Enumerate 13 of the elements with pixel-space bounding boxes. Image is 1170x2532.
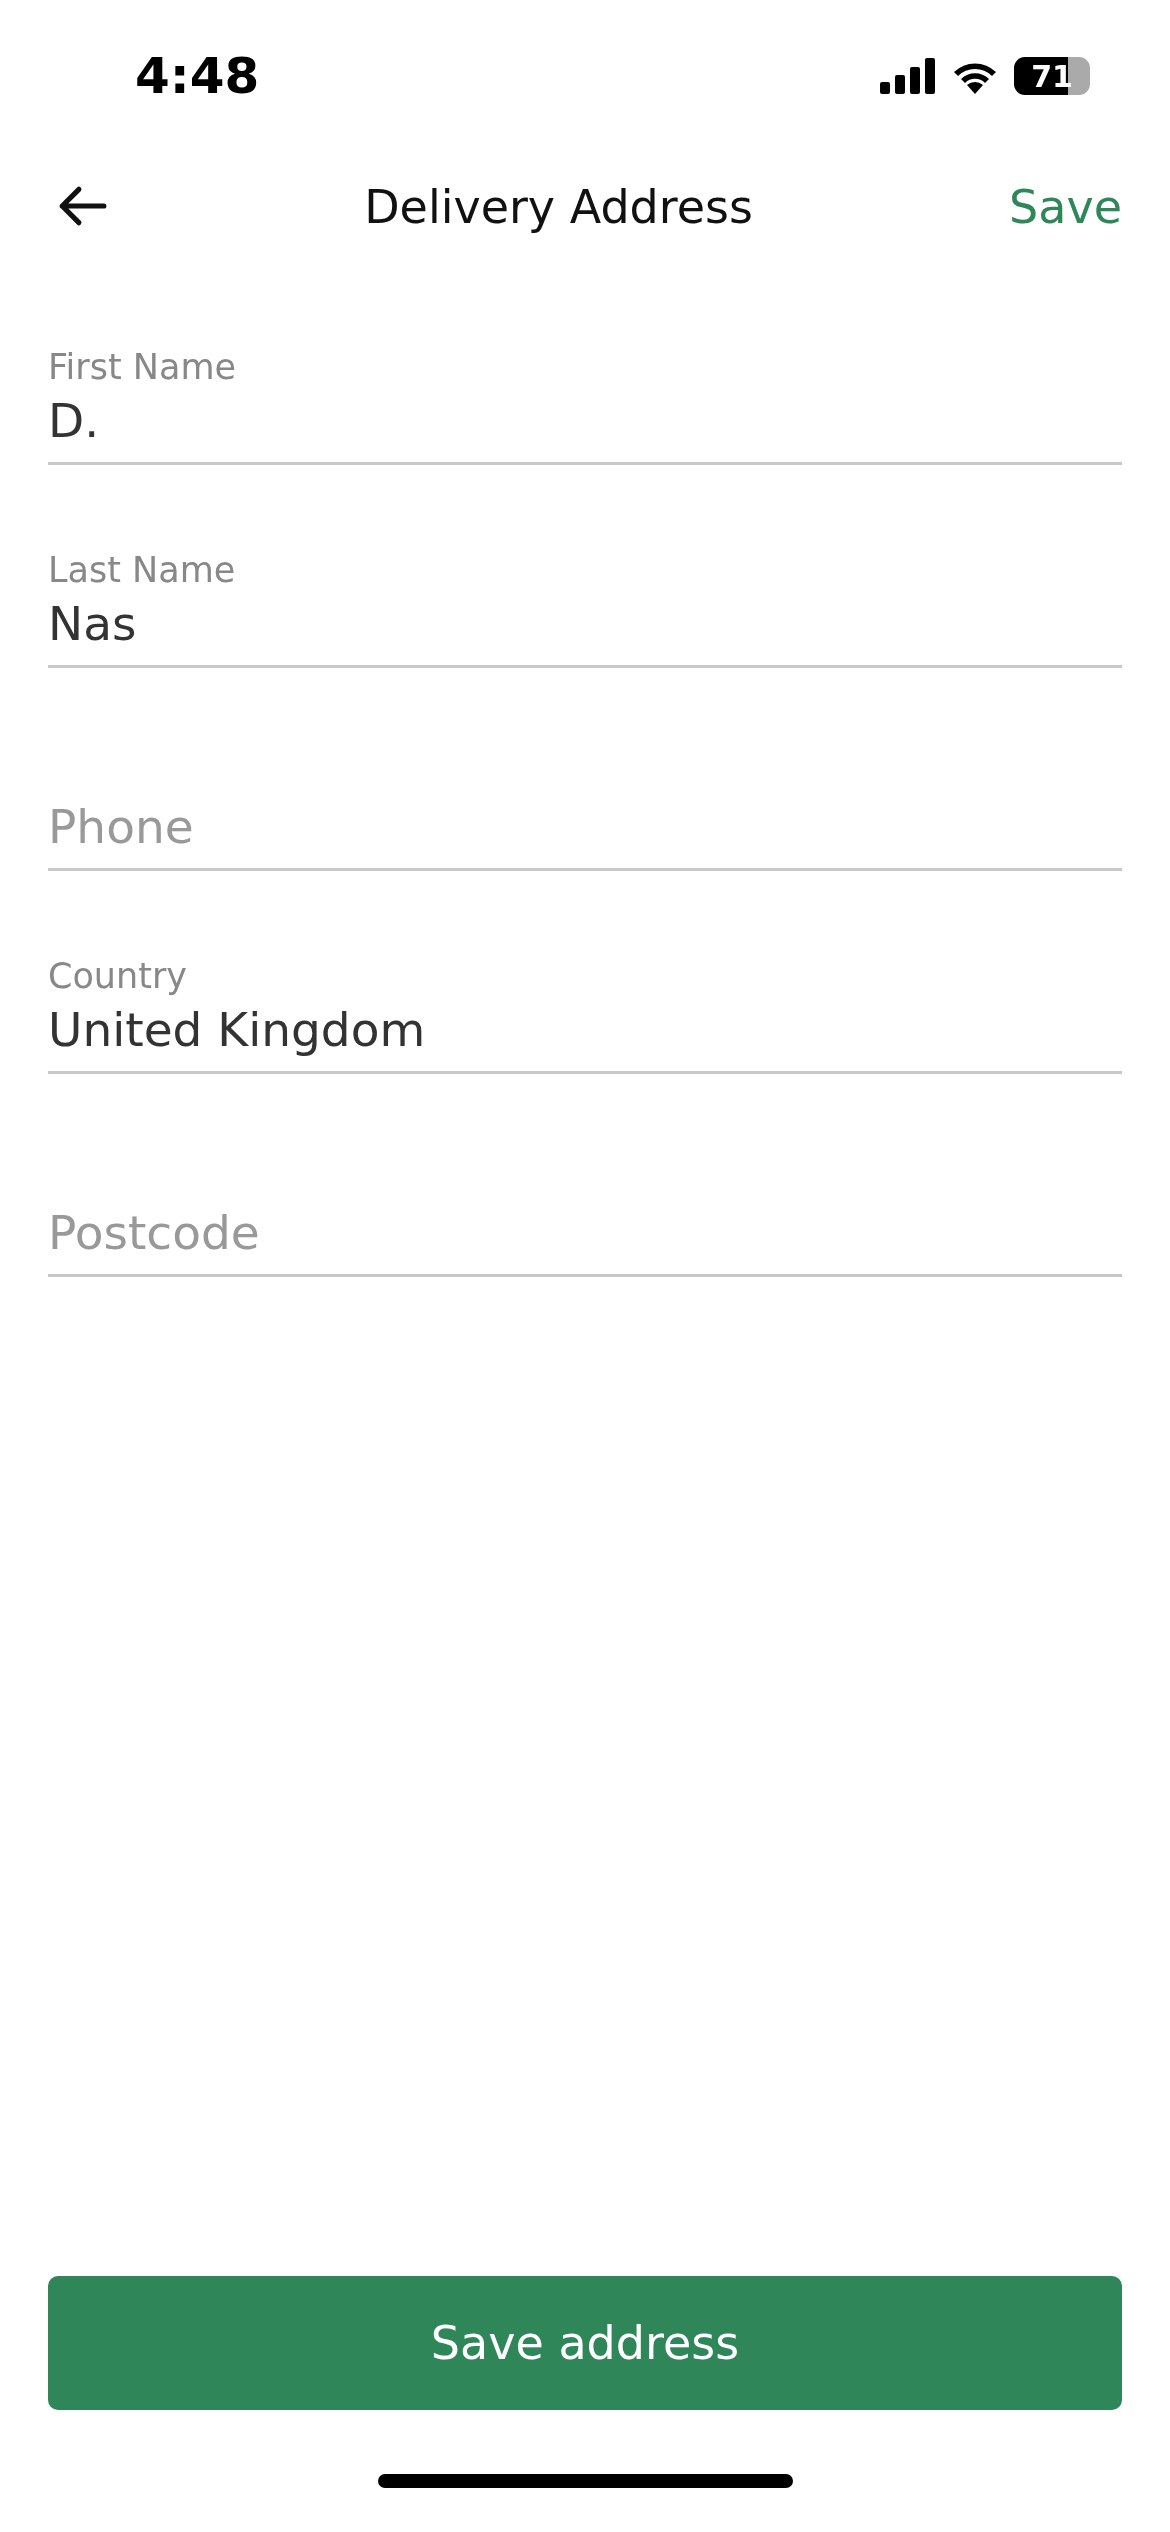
save-button[interactable]: Save [1009, 180, 1122, 234]
signal-icon [880, 58, 936, 94]
save-address-button[interactable]: Save address [48, 2276, 1122, 2410]
input-field[interactable]: Phone [48, 799, 1122, 868]
input-field[interactable]: United Kingdom [48, 1002, 1122, 1071]
field-label: Last Name [48, 550, 237, 590]
input-field[interactable]: D. [48, 393, 1122, 462]
field-label: First Name [48, 347, 238, 387]
field-label: Country [48, 956, 189, 996]
status-time: 4:48 [135, 47, 260, 105]
input-field[interactable]: Nas [48, 596, 1122, 665]
input-field[interactable]: Postcode [48, 1205, 1122, 1274]
page-title: Delivery Address [364, 180, 753, 234]
